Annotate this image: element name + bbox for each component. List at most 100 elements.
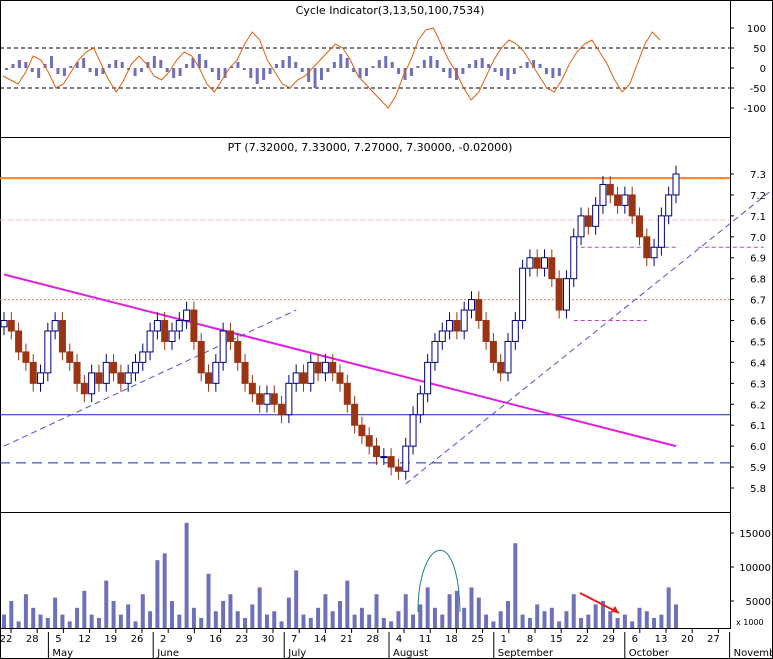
osc-hist-bar xyxy=(17,60,21,68)
volume-bar xyxy=(652,618,657,628)
candle-up xyxy=(131,361,139,374)
candle-up xyxy=(438,330,446,342)
volume-bar xyxy=(53,597,58,628)
candle-up xyxy=(37,372,45,384)
volume-bar xyxy=(484,614,489,628)
x-day-label: 7 xyxy=(291,634,297,645)
volume-bar xyxy=(67,621,72,628)
stock-chart: 100 50 0 -50 -100 7.3 7.2 7.1 7.0 6.9 6.8 6.7 6.6 6.… xyxy=(0,0,773,659)
x-day-label: 13 xyxy=(655,634,668,645)
volume-bar xyxy=(513,543,518,628)
panel-frames xyxy=(0,0,773,659)
candle-up xyxy=(307,361,315,384)
volume-bar xyxy=(520,614,525,628)
volume-bar xyxy=(389,621,394,628)
x-month-label: October xyxy=(629,648,670,659)
price-tick-label: 6.7 xyxy=(750,296,766,307)
candle-up xyxy=(577,215,585,238)
volume-tick-label: 15000 xyxy=(739,529,771,540)
volume-bar xyxy=(527,618,532,628)
osc-hist-bar xyxy=(11,64,15,68)
osc-hist-bar xyxy=(24,62,28,68)
candle-down xyxy=(7,320,15,332)
osc-hist-bar xyxy=(506,68,510,80)
x-day-label: 6 xyxy=(632,634,638,645)
volume-bar xyxy=(148,611,153,628)
volume-bar xyxy=(294,570,299,628)
x-month-label: September xyxy=(498,648,554,659)
volume-bar xyxy=(440,614,445,628)
volume-bar xyxy=(345,580,350,628)
candle-down xyxy=(226,330,234,342)
candle-up xyxy=(526,257,534,269)
osc-hist-bar xyxy=(184,64,188,68)
osc-hist-bar xyxy=(262,68,266,80)
volume-bar xyxy=(2,614,6,628)
volume-bar xyxy=(82,590,87,628)
osc-tick-label: 100 xyxy=(747,24,766,35)
x-month-label: November xyxy=(734,648,773,659)
osc-hist-bar xyxy=(255,68,259,84)
osc-hist-bar xyxy=(313,68,317,88)
x-day-label: 30 xyxy=(262,634,275,645)
candle-up xyxy=(541,257,549,269)
volume-bar xyxy=(352,614,357,628)
price-tick-label: 6.1 xyxy=(750,421,766,432)
osc-hist-bar xyxy=(397,68,401,74)
osc-hist-bar xyxy=(487,64,491,68)
volume-bar xyxy=(425,587,430,628)
x-day-label: 18 xyxy=(445,634,458,645)
volume-bar xyxy=(191,607,196,628)
osc-hist-bar xyxy=(377,60,381,68)
candle-down xyxy=(343,382,351,405)
volume-bar xyxy=(308,618,313,628)
x-day-label: 16 xyxy=(209,634,222,645)
candle-down xyxy=(299,372,307,384)
candle-down xyxy=(643,236,651,259)
x-day-label: 5 xyxy=(55,634,61,645)
osc-hist-bar xyxy=(217,68,221,80)
osc-hist-bar xyxy=(82,58,86,68)
volume-bar xyxy=(250,604,255,628)
osc-hist-bar xyxy=(538,64,542,68)
volume-bar xyxy=(89,614,94,628)
volume-bar xyxy=(615,618,620,628)
osc-hist-bar xyxy=(165,68,169,72)
x-day-label: 21 xyxy=(340,634,353,645)
volume-bar xyxy=(469,587,474,628)
candle-down xyxy=(95,372,103,384)
volume-bar xyxy=(666,587,671,628)
osc-hist-bar xyxy=(429,56,433,68)
volume-panel: 15000 10000 5000 xyxy=(2,522,771,628)
osc-hist-bar xyxy=(499,68,503,76)
candle-up xyxy=(416,393,424,416)
volume-bar xyxy=(411,614,416,628)
osc-hist-bar xyxy=(287,56,291,68)
volume-bar xyxy=(9,601,14,628)
osc-hist-bar xyxy=(114,60,118,68)
volume-bar xyxy=(374,594,379,628)
osc-hist-bar xyxy=(274,64,278,68)
osc-hist-bar xyxy=(242,68,246,70)
candle-down xyxy=(628,194,636,217)
volume-bar xyxy=(462,607,467,628)
osc-hist-bar xyxy=(422,60,426,68)
osc-hist-bar xyxy=(384,56,388,68)
osc-hist-bar xyxy=(236,62,240,68)
volume-bar xyxy=(221,601,226,628)
osc-hist-bar xyxy=(461,68,465,74)
candle-down xyxy=(387,456,395,468)
volume-bar xyxy=(454,590,459,628)
osc-hist-bar xyxy=(37,68,41,78)
osc-hist-bar xyxy=(448,68,452,78)
candle-down xyxy=(373,445,381,458)
candle-up xyxy=(650,246,658,259)
osc-hist-bar xyxy=(326,68,330,72)
volume-bar xyxy=(104,580,109,628)
candle-down xyxy=(351,403,359,426)
candle-up xyxy=(168,330,176,342)
osc-hist-bar xyxy=(467,64,471,68)
volume-bar xyxy=(111,601,116,628)
x-day-label: 4 xyxy=(396,634,402,645)
candle-up xyxy=(402,445,410,472)
